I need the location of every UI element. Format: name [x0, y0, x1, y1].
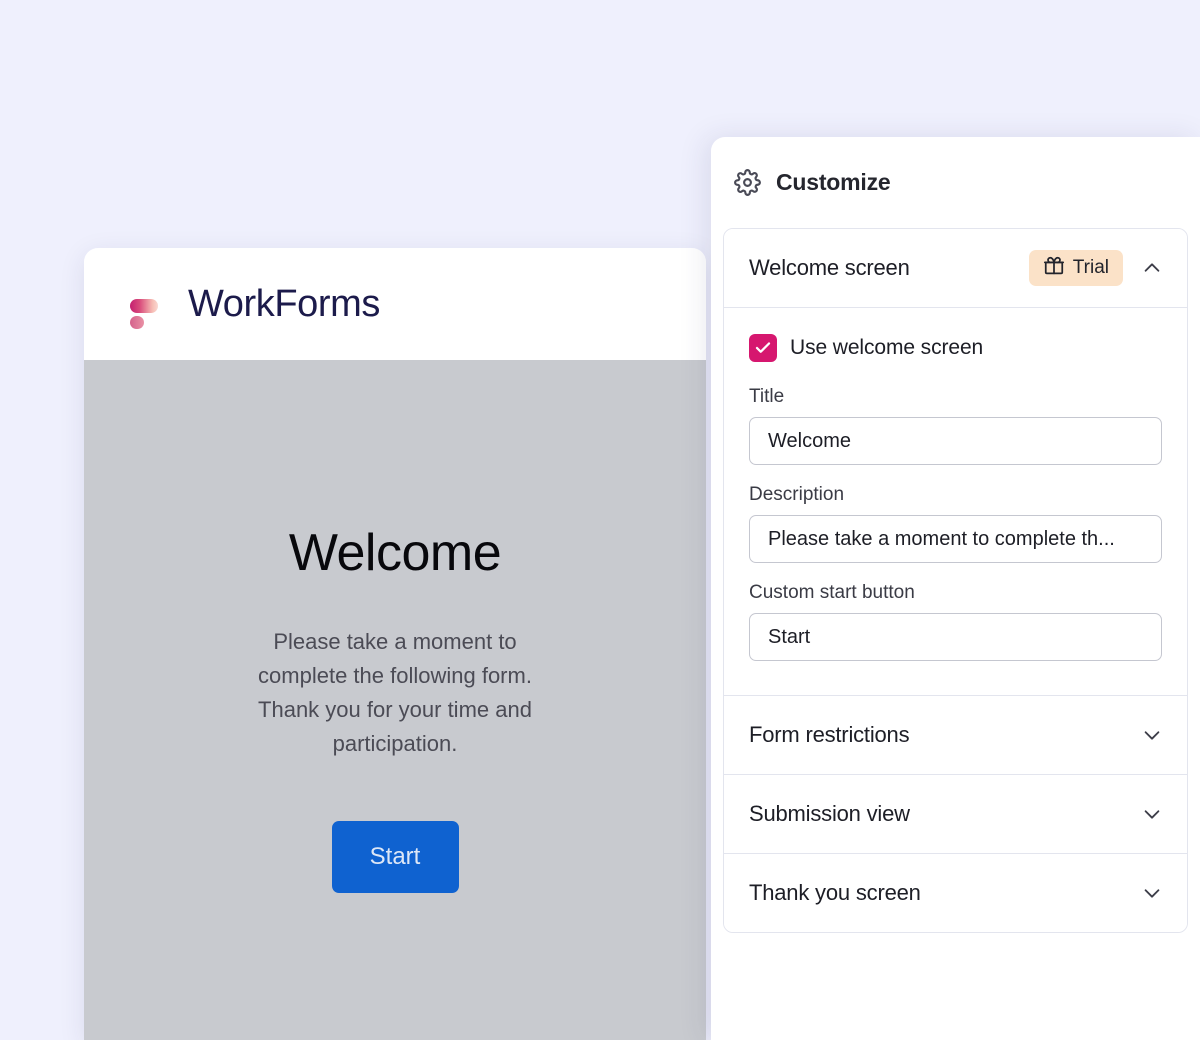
description-input[interactable] — [749, 515, 1162, 563]
section-header-thank-you-screen[interactable]: Thank you screen — [724, 854, 1187, 932]
section-title: Form restrictions — [749, 722, 910, 747]
welcome-title: Welcome — [288, 524, 502, 582]
chevron-down-icon[interactable] — [1141, 724, 1163, 746]
logo-bar-middle — [130, 299, 158, 313]
use-welcome-screen-checkbox[interactable] — [749, 334, 777, 362]
description-field-label: Description — [749, 484, 845, 505]
section-header-submission-view[interactable]: Submission view — [724, 775, 1187, 853]
customize-accordion: Welcome screen Trial Use welcome screen … — [723, 228, 1188, 933]
panel-header: Customize — [723, 137, 1188, 199]
custom-start-button-field-label: Custom start button — [749, 582, 915, 603]
section-form-restrictions: Form restrictions — [724, 695, 1187, 774]
page-title: Customize — [776, 168, 891, 195]
start-button[interactable]: Start — [331, 821, 459, 893]
section-title: Welcome screen — [749, 255, 910, 280]
form-preview-body: Welcome Please take a moment to complete… — [84, 360, 706, 1040]
welcome-description: Please take a moment to complete the fol… — [258, 629, 532, 756]
form-preview: WorkForms Welcome Please take a moment t… — [84, 248, 706, 1040]
customize-panel: Customize Welcome screen Trial Use welco… — [711, 137, 1200, 1040]
workforms-logo-icon — [130, 280, 170, 329]
status-badge: Trial — [1028, 250, 1123, 286]
section-submission-view: Submission view — [724, 774, 1187, 853]
section-title: Thank you screen — [749, 880, 921, 905]
badge-label: Trial — [1072, 257, 1109, 278]
custom-start-button-input[interactable] — [749, 613, 1162, 661]
section-header-form-restrictions[interactable]: Form restrictions — [724, 696, 1187, 774]
section-body-welcome-screen: Use welcome screen Title Description Cus… — [724, 308, 1187, 695]
section-welcome-screen: Welcome screen Trial Use welcome screen … — [724, 229, 1187, 695]
use-welcome-screen-label: Use welcome screen — [790, 336, 984, 359]
title-input[interactable] — [749, 417, 1162, 465]
brand-wordmark: WorkForms — [188, 282, 381, 325]
use-welcome-screen-row[interactable]: Use welcome screen — [749, 334, 1162, 362]
chevron-up-icon[interactable] — [1141, 257, 1163, 279]
chevron-down-icon[interactable] — [1141, 882, 1163, 904]
logo-bar-bottom — [130, 316, 144, 329]
section-header-welcome-screen[interactable]: Welcome screen Trial — [724, 229, 1187, 307]
title-field-label: Title — [749, 386, 785, 407]
gift-icon — [1043, 255, 1065, 282]
gear-icon[interactable] — [734, 168, 761, 196]
section-thank-you-screen: Thank you screen — [724, 853, 1187, 932]
logo-bar-top — [130, 281, 168, 296]
section-title: Submission view — [749, 801, 910, 826]
chevron-down-icon[interactable] — [1141, 803, 1163, 825]
form-preview-header: WorkForms — [84, 248, 706, 360]
